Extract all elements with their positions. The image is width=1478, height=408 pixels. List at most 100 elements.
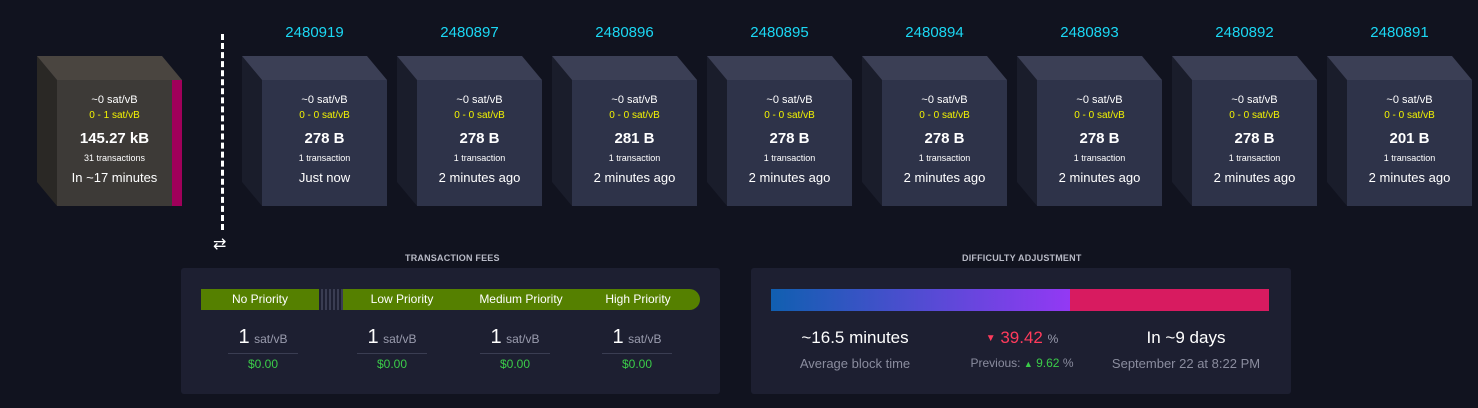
block-median-fee: ~0 sat/vB [766, 94, 813, 106]
fee-usd: $0.00 [228, 353, 298, 371]
caret-up-icon: ▲ [1023, 359, 1033, 369]
priority-bar: Low Priority Medium Priority High Priori… [343, 289, 700, 310]
block-height-link[interactable]: 2480894 [862, 24, 1007, 41]
difficulty-change-unit: % [1047, 332, 1059, 346]
difficulty-change-value: 39.42 [1000, 328, 1043, 347]
block-tx-count: 1 transaction [608, 153, 661, 163]
previous-change: Previous: ▲ 9.62 % [957, 356, 1087, 370]
block-tx-count: 1 transaction [1383, 153, 1436, 163]
fee-value: 1 [238, 326, 250, 348]
block-median-fee: ~0 sat/vB [611, 94, 658, 106]
block-size: 278 B [304, 130, 345, 147]
average-block-time: ~16.5 minutes Average block time [785, 328, 925, 371]
block-cube[interactable]: ~0 sat/vB 0 - 0 sat/vB 278 B 1 transaction J… [242, 56, 387, 206]
block-tx-count: 1 transaction [918, 153, 971, 163]
block-size: 201 B [1389, 130, 1430, 147]
avg-block-time-value: ~16.5 minutes [801, 328, 909, 347]
block-height-link[interactable]: 2480892 [1172, 24, 1317, 41]
fee-usd: $0.00 [357, 353, 427, 371]
block-tx-count: 1 transaction [763, 153, 816, 163]
fee-value: 1 [490, 326, 502, 348]
block-size: 278 B [924, 130, 965, 147]
block-cube[interactable]: ~0 sat/vB 0 - 0 sat/vB 201 B 1 transaction 2… [1327, 56, 1472, 206]
block-height-link[interactable]: 2480919 [242, 24, 387, 41]
block-2480893[interactable]: 2480893 ~0 sat/vB 0 - 0 sat/vB 278 B 1 trans… [1017, 0, 1162, 210]
block-2480894[interactable]: 2480894 ~0 sat/vB 0 - 0 sat/vB 278 B 1 trans… [862, 0, 1007, 210]
block-height-link[interactable]: 2480896 [552, 24, 697, 41]
fee-medium-priority: 1 sat/vB $0.00 [480, 326, 550, 371]
fee-high-priority: 1 sat/vB $0.00 [602, 326, 672, 371]
mempool-fee-range: 0 - 1 sat/vB [89, 110, 140, 121]
next-adjustment-eta: In ~9 days [1146, 328, 1226, 347]
mempool-size: 145.27 kB [79, 130, 150, 147]
block-median-fee: ~0 sat/vB [301, 94, 348, 106]
block-2480896[interactable]: 2480896 ~0 sat/vB 0 - 0 sat/vB 281 B 1 trans… [552, 0, 697, 210]
block-median-fee: ~0 sat/vB [1076, 94, 1123, 106]
fee-unit: sat/vB [254, 332, 288, 346]
block-size: 278 B [769, 130, 810, 147]
block-height-link[interactable]: 2480895 [707, 24, 852, 41]
block-time: 2 minutes ago [438, 170, 521, 185]
mempool-tx-count: 31 transactions [83, 153, 146, 163]
no-priority-label: No Priority [201, 289, 319, 310]
block-tx-count: 1 transaction [1073, 153, 1126, 163]
block-time: 2 minutes ago [748, 170, 831, 185]
previous-unit: % [1062, 356, 1074, 370]
block-2480891[interactable]: 2480891 ~0 sat/vB 0 - 0 sat/vB 201 B 1 trans… [1327, 0, 1472, 210]
difficulty-progress-fill [771, 289, 1070, 311]
block-size: 278 B [1234, 130, 1275, 147]
block-2480919[interactable]: 2480919 ~0 sat/vB 0 - 0 sat/vB 278 B 1 trans… [242, 0, 387, 210]
fee-usd: $0.00 [480, 353, 550, 371]
block-tx-count: 1 transaction [298, 153, 351, 163]
next-adjustment: In ~9 days September 22 at 8:22 PM [1106, 328, 1266, 371]
difficulty-change-row: ▼ 39.42 % [957, 328, 1087, 348]
block-cube[interactable]: ~0 sat/vB 0 - 0 sat/vB 278 B 1 transaction 2… [1172, 56, 1317, 206]
block-median-fee: ~0 sat/vB [456, 94, 503, 106]
block-size: 278 B [1079, 130, 1120, 147]
block-median-fee: ~0 sat/vB [921, 94, 968, 106]
fee-value: 1 [367, 326, 379, 348]
block-size: 278 B [459, 130, 500, 147]
fee-value: 1 [612, 326, 624, 348]
block-cube[interactable]: ~0 sat/vB 0 - 0 sat/vB 278 B 1 transaction 2… [707, 56, 852, 206]
difficulty-progress-bar [771, 289, 1269, 311]
block-height-link[interactable]: 2480891 [1327, 24, 1472, 41]
block-cube[interactable]: ~0 sat/vB 0 - 0 sat/vB 278 B 1 transaction 2… [397, 56, 542, 206]
fee-usd: $0.00 [602, 353, 672, 371]
fee-unit: sat/vB [506, 332, 540, 346]
block-cube[interactable]: ~0 sat/vB 0 - 0 sat/vB 278 B 1 transaction 2… [1017, 56, 1162, 206]
mempool-fee: ~0 sat/vB [91, 94, 138, 106]
block-time: 2 minutes ago [1213, 170, 1296, 185]
mempool-block[interactable]: ~0 sat/vB 0 - 1 sat/vB 145.27 kB 31 tran… [37, 0, 182, 210]
block-height-link[interactable]: 2480897 [397, 24, 542, 41]
block-median-fee: ~0 sat/vB [1231, 94, 1278, 106]
block-height-link[interactable]: 2480893 [1017, 24, 1162, 41]
mempool-eta: In ~17 minutes [71, 170, 158, 185]
block-fee-range: 0 - 0 sat/vB [609, 110, 660, 121]
caret-down-icon: ▼ [985, 333, 996, 345]
block-2480897[interactable]: 2480897 ~0 sat/vB 0 - 0 sat/vB 278 B 1 trans… [397, 0, 542, 210]
block-time: Just now [298, 170, 351, 185]
previous-label: Previous: [970, 356, 1021, 370]
fee-no-priority: 1 sat/vB $0.00 [228, 326, 298, 371]
block-time: 2 minutes ago [1058, 170, 1141, 185]
mempool-cube[interactable]: ~0 sat/vB 0 - 1 sat/vB 145.27 kB 31 tran… [37, 56, 182, 206]
difficulty-change: ▼ 39.42 % Previous: ▲ 9.62 % [957, 328, 1087, 370]
block-cube[interactable]: ~0 sat/vB 0 - 0 sat/vB 278 B 1 transaction 2… [862, 56, 1007, 206]
block-tx-count: 1 transaction [1228, 153, 1281, 163]
transaction-fees-panel: No Priority Low Priority Medium Priority… [181, 268, 720, 394]
block-fee-range: 0 - 0 sat/vB [1229, 110, 1280, 121]
block-2480892[interactable]: 2480892 ~0 sat/vB 0 - 0 sat/vB 278 B 1 trans… [1172, 0, 1317, 210]
block-fee-range: 0 - 0 sat/vB [1384, 110, 1435, 121]
difficulty-remaining [1069, 289, 1269, 311]
block-2480895[interactable]: 2480895 ~0 sat/vB 0 - 0 sat/vB 278 B 1 trans… [707, 0, 852, 210]
block-time: 2 minutes ago [1368, 170, 1451, 185]
transaction-fees-title: TRANSACTION FEES [405, 253, 500, 263]
block-fee-range: 0 - 0 sat/vB [919, 110, 970, 121]
block-cube[interactable]: ~0 sat/vB 0 - 0 sat/vB 281 B 1 transaction 2… [552, 56, 697, 206]
block-fee-range: 0 - 0 sat/vB [764, 110, 815, 121]
medium-priority-label: Medium Priority [479, 292, 563, 306]
difficulty-panel: ~16.5 minutes Average block time ▼ 39.42… [751, 268, 1291, 394]
swap-arrows-icon[interactable]: ⇄ [213, 234, 226, 254]
avg-block-time-label: Average block time [799, 356, 911, 371]
